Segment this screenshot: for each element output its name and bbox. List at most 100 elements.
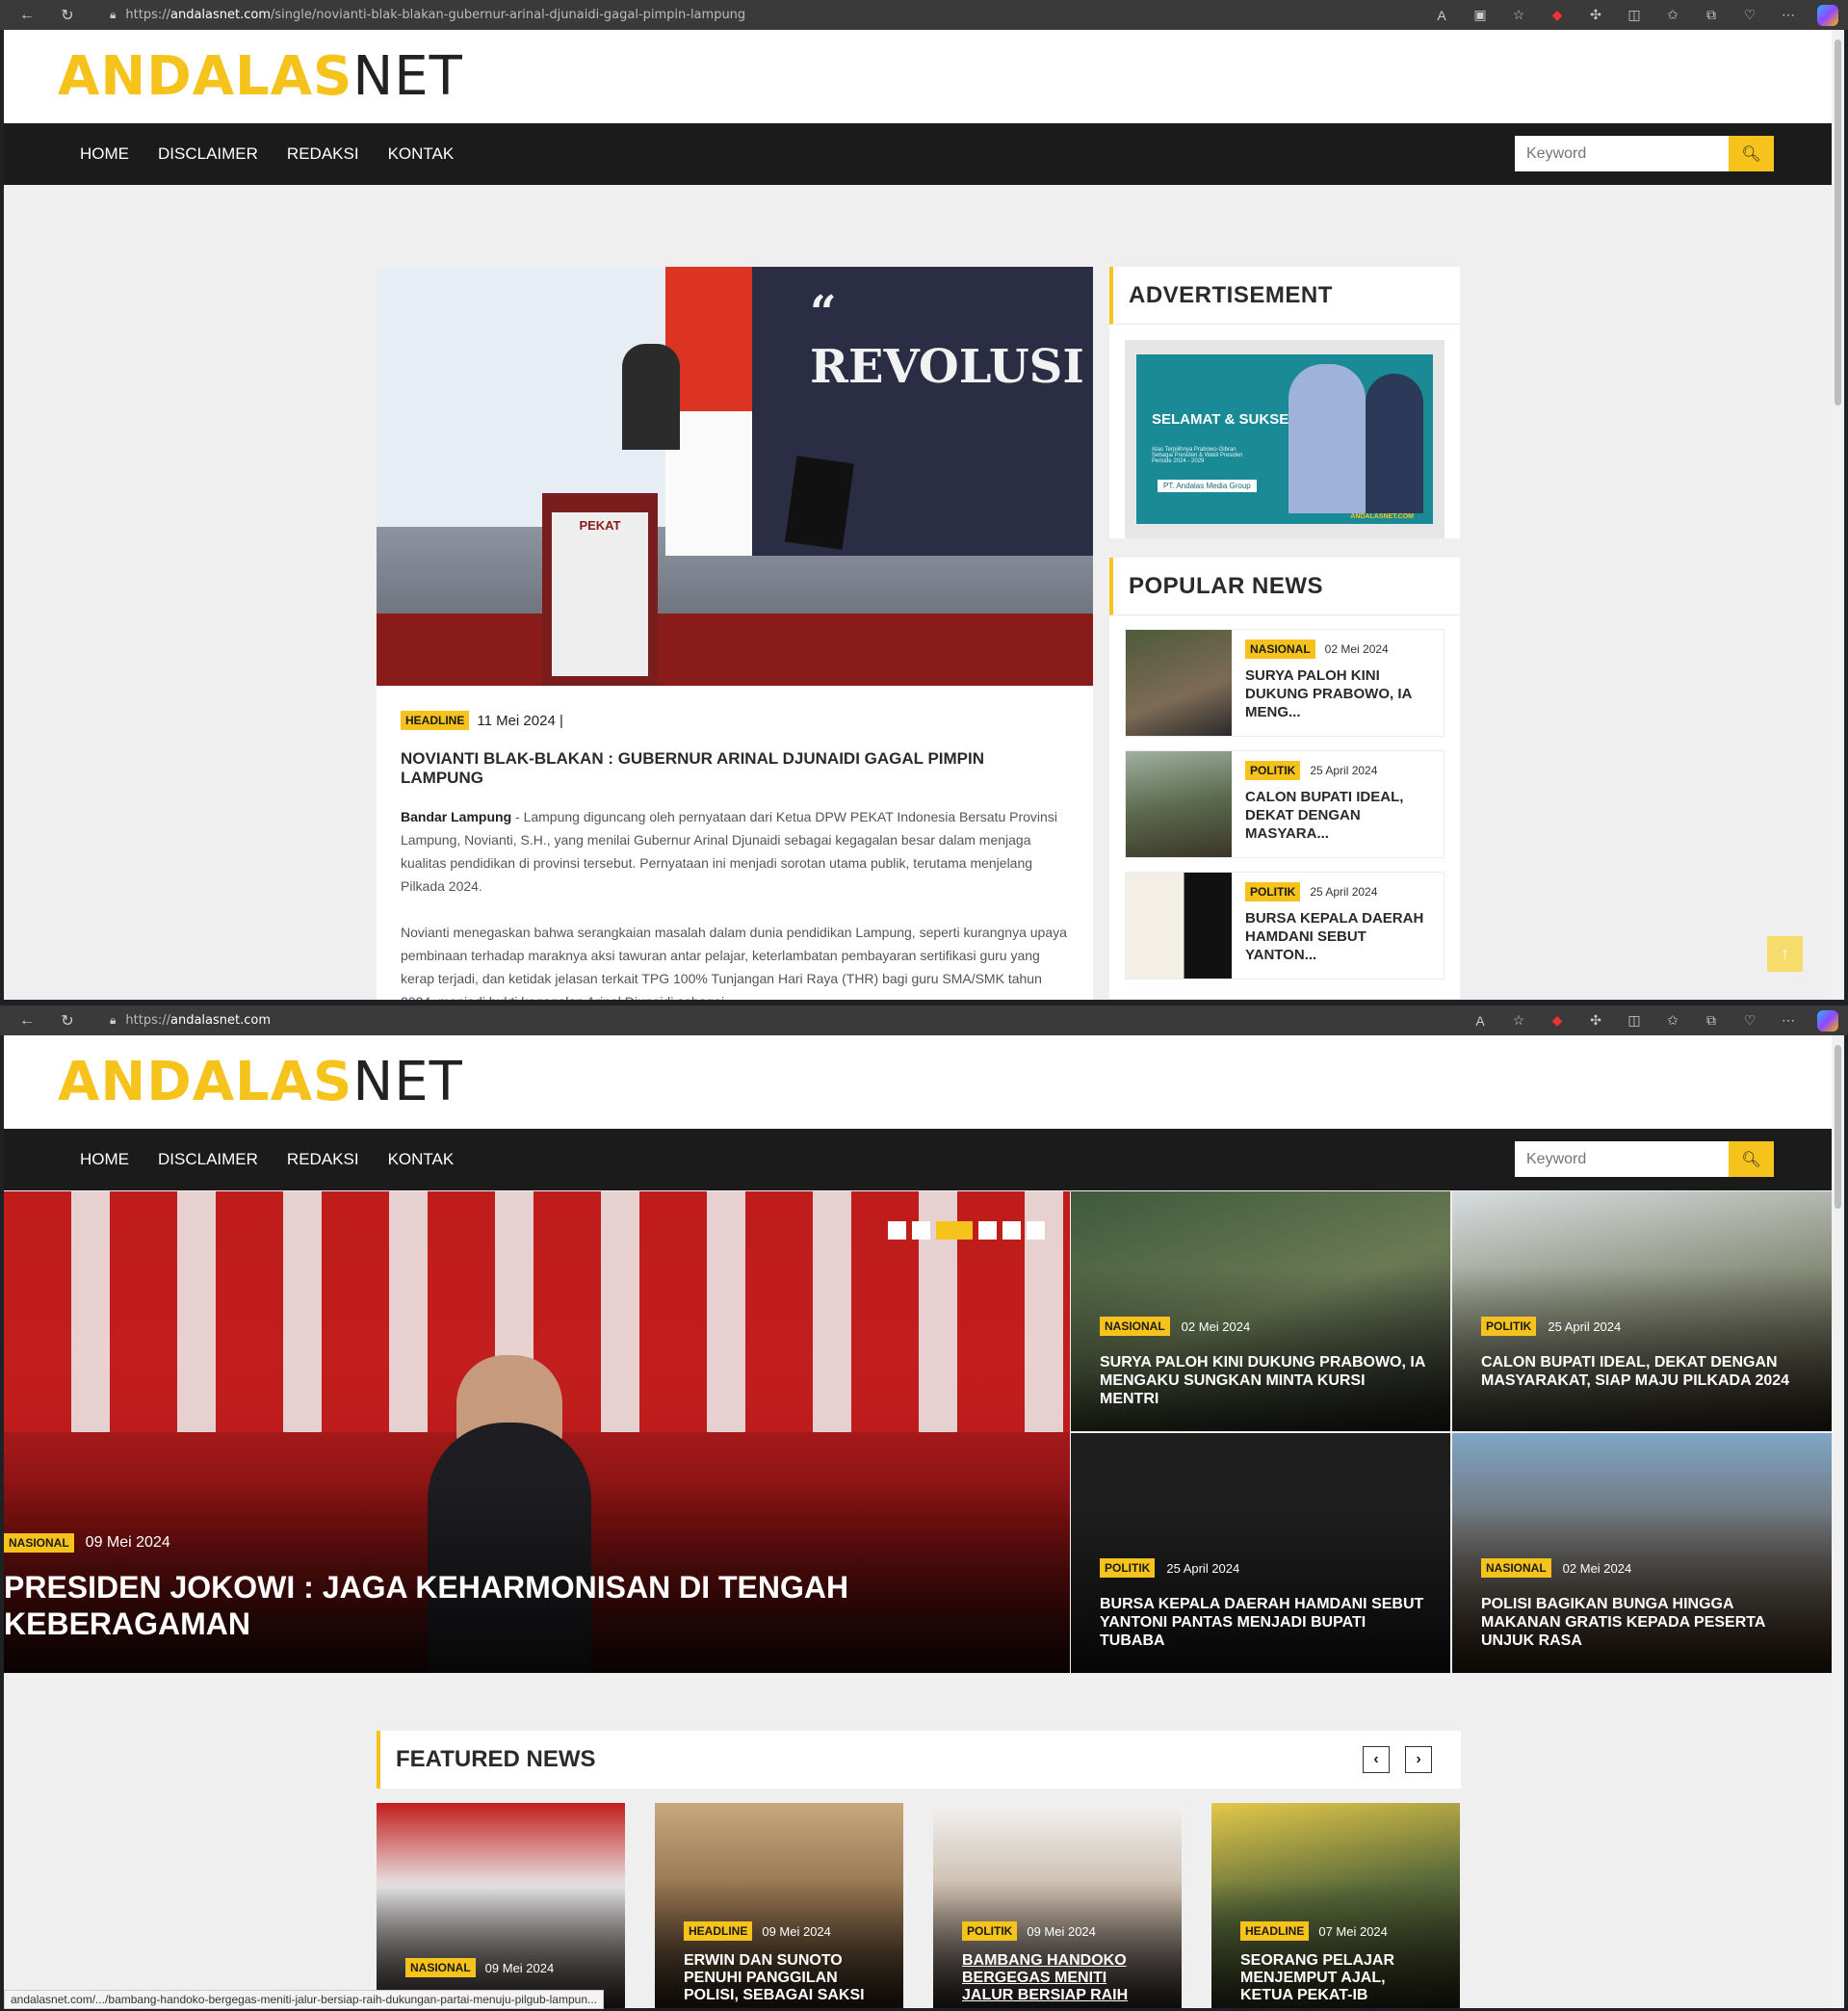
read-aloud-icon[interactable]: A — [1432, 8, 1451, 23]
site-logo[interactable]: ANDALASNET — [58, 45, 463, 108]
featured-title[interactable]: SEORANG PELAJAR MENJEMPUT AJAL, KETUA PE… — [1240, 1952, 1433, 2004]
copilot-icon[interactable] — [1817, 4, 1838, 26]
slider-dots — [888, 1221, 1045, 1240]
slide-title[interactable]: PRESIDEN JOKOWI : JAGA KEHARMONISAN DI T… — [4, 1569, 1015, 1642]
split-screen-icon[interactable]: ◫ — [1625, 7, 1644, 23]
popular-item[interactable]: POLITIK 25 April 2024 CALON BUPATI IDEAL,… — [1125, 750, 1445, 858]
site-logo[interactable]: ANDALASNET — [58, 1051, 463, 1113]
nav-kontak[interactable]: KONTAK — [388, 144, 455, 164]
advertisement-panel: ADVERTISEMENT SELAMAT & SUKSES Atas Terp… — [1109, 267, 1460, 538]
lock-icon[interactable]: 🔒︎ — [110, 8, 116, 22]
popular-thumb[interactable] — [1126, 630, 1232, 736]
nav-redaksi[interactable]: REDAKSI — [287, 144, 359, 164]
site-header: ANDALASNET — [4, 1035, 1832, 1129]
advertisement-banner[interactable]: SELAMAT & SUKSES Atas Terpilihnya Prabow… — [1125, 340, 1445, 538]
category-badge[interactable]: HEADLINE — [684, 1921, 753, 1941]
featured-card[interactable]: HEADLINE 07 Mei 2024 SEORANG PELAJAR MENJ… — [1211, 1803, 1460, 2008]
category-badge[interactable]: HEADLINE — [1240, 1921, 1310, 1941]
popular-title[interactable]: CALON BUPATI IDEAL, DEKAT DENGAN MASYARA… — [1245, 788, 1430, 843]
immersive-reader-icon[interactable]: ▣ — [1471, 7, 1490, 23]
reload-icon[interactable]: ↻ — [54, 6, 81, 25]
category-badge[interactable]: POLITIK — [1100, 1558, 1156, 1578]
category-badge[interactable]: NASIONAL — [1245, 640, 1315, 659]
slider-dot[interactable] — [1027, 1221, 1045, 1240]
featured-card[interactable]: HEADLINE 09 Mei 2024 ERWIN DAN SUNOTO PEN… — [655, 1803, 903, 2008]
favorite-star-icon[interactable]: ☆ — [1509, 1012, 1528, 1029]
featured-news-section: FEATURED NEWS ‹ › NASIONAL 09 Mei 2024 HE… — [377, 1731, 1461, 2008]
news-tile[interactable]: POLITIK 25 April 2024 BURSA KEPALA DAERAH… — [1071, 1433, 1450, 1673]
extension-pdf-icon[interactable]: ◆ — [1548, 1012, 1567, 1029]
category-badge[interactable]: POLITIK — [1245, 882, 1301, 901]
collections-icon[interactable]: ⧉ — [1702, 7, 1721, 23]
featured-title[interactable]: ERWIN DAN SUNOTO PENUHI PANGGILAN POLISI… — [684, 1952, 876, 2004]
popular-title[interactable]: SURYA PALOH KINI DUKUNG PRABOWO, IA MENG… — [1245, 666, 1430, 721]
more-menu-icon[interactable]: ⋯ — [1779, 1012, 1798, 1029]
main-slide[interactable]: NASIONAL 09 Mei 2024 PRESIDEN JOKOWI : JA… — [4, 1191, 1070, 1673]
back-icon[interactable]: ← — [13, 1012, 40, 1030]
category-badge[interactable]: POLITIK — [1245, 761, 1301, 780]
category-badge[interactable]: HEADLINE — [401, 711, 470, 730]
search-button[interactable]: 🔍︎ — [1729, 1141, 1774, 1177]
slider-dot[interactable] — [888, 1221, 906, 1240]
search-button[interactable]: 🔍︎ — [1729, 136, 1774, 171]
back-to-top-button[interactable]: ↑ — [1767, 936, 1803, 972]
split-screen-icon[interactable]: ◫ — [1625, 1012, 1644, 1029]
popular-title[interactable]: BURSA KEPALA DAERAH HAMDANI SEBUT YANTON… — [1245, 909, 1430, 964]
back-icon[interactable]: ← — [13, 7, 40, 24]
category-badge[interactable]: POLITIK — [962, 1921, 1018, 1941]
extensions-icon[interactable]: ✣ — [1586, 7, 1605, 23]
favorites-icon[interactable]: ✩ — [1663, 7, 1682, 23]
favorite-star-icon[interactable]: ☆ — [1509, 7, 1528, 23]
reload-icon[interactable]: ↻ — [54, 1011, 81, 1031]
nav-redaksi[interactable]: REDAKSI — [287, 1150, 359, 1169]
news-tile[interactable]: NASIONAL 02 Mei 2024 POLISI BAGIKAN BUNGA… — [1452, 1433, 1832, 1673]
popular-item[interactable]: NASIONAL 02 Mei 2024 SURYA PALOH KINI DUK… — [1125, 629, 1445, 737]
scrollbar-top[interactable] — [1832, 30, 1844, 1000]
category-badge[interactable]: NASIONAL — [1100, 1317, 1170, 1336]
news-tile[interactable]: POLITIK 25 April 2024 CALON BUPATI IDEAL,… — [1452, 1191, 1832, 1431]
extension-pdf-icon[interactable]: ◆ — [1548, 7, 1567, 23]
performance-icon[interactable]: ♡ — [1740, 1012, 1759, 1029]
address-bar[interactable]: https://andalasnet.com/single/novianti-b… — [125, 8, 745, 22]
scrollbar-bottom[interactable] — [1832, 1035, 1844, 2008]
tile-title[interactable]: CALON BUPATI IDEAL, DEKAT DENGAN MASYARA… — [1481, 1353, 1809, 1390]
category-badge[interactable]: NASIONAL — [405, 1958, 476, 1977]
featured-title[interactable]: BAMBANG HANDOKO BERGEGAS MENITI JALUR BE… — [962, 1952, 1155, 2004]
lock-icon[interactable]: 🔒︎ — [110, 1013, 116, 1028]
browser-toolbar-top: ← ↻ 🔒︎ https://andalasnet.com/single/nov… — [0, 0, 1848, 30]
popular-thumb[interactable] — [1126, 873, 1232, 979]
slider-dot[interactable] — [912, 1221, 930, 1240]
nav-kontak[interactable]: KONTAK — [388, 1150, 455, 1169]
search-input[interactable] — [1515, 136, 1729, 171]
nav-home[interactable]: HOME — [80, 144, 129, 164]
slider-dot-active[interactable] — [936, 1221, 973, 1240]
performance-icon[interactable]: ♡ — [1740, 7, 1759, 23]
tile-title[interactable]: POLISI BAGIKAN BUNGA HINGGA MAKANAN GRAT… — [1481, 1595, 1809, 1650]
slider-dot[interactable] — [1002, 1221, 1021, 1240]
popular-item[interactable]: POLITIK 25 April 2024 BURSA KEPALA DAERAH… — [1125, 872, 1445, 979]
collections-icon[interactable]: ⧉ — [1702, 1012, 1721, 1029]
tile-title[interactable]: BURSA KEPALA DAERAH HAMDANI SEBUT YANTON… — [1100, 1595, 1427, 1650]
news-tile[interactable]: NASIONAL 02 Mei 2024 SURYA PALOH KINI DUK… — [1071, 1191, 1450, 1431]
featured-card[interactable]: POLITIK 09 Mei 2024 BAMBANG HANDOKO BERGE… — [933, 1803, 1182, 2008]
slider-dot[interactable] — [978, 1221, 997, 1240]
popular-thumb[interactable] — [1126, 751, 1232, 857]
copilot-icon[interactable] — [1817, 1009, 1838, 1032]
tile-title[interactable]: SURYA PALOH KINI DUKUNG PRABOWO, IA MENG… — [1100, 1353, 1427, 1408]
nav-disclaimer[interactable]: DISCLAIMER — [158, 1150, 258, 1169]
more-menu-icon[interactable]: ⋯ — [1779, 7, 1798, 23]
search-input[interactable] — [1515, 1141, 1729, 1177]
favorites-icon[interactable]: ✩ — [1663, 1012, 1682, 1029]
category-badge[interactable]: NASIONAL — [1481, 1558, 1551, 1578]
read-aloud-icon[interactable]: A — [1471, 1013, 1490, 1029]
category-badge[interactable]: NASIONAL — [4, 1533, 74, 1553]
featured-card[interactable]: NASIONAL 09 Mei 2024 — [377, 1803, 625, 2008]
category-badge[interactable]: POLITIK — [1481, 1317, 1537, 1336]
nav-home[interactable]: HOME — [80, 1150, 129, 1169]
next-arrow-icon[interactable]: › — [1405, 1746, 1432, 1773]
address-bar[interactable]: https://andalasnet.com — [125, 1013, 271, 1028]
extensions-icon[interactable]: ✣ — [1586, 1012, 1605, 1029]
search-form: 🔍︎ — [1515, 136, 1774, 171]
nav-disclaimer[interactable]: DISCLAIMER — [158, 144, 258, 164]
prev-arrow-icon[interactable]: ‹ — [1363, 1746, 1390, 1773]
